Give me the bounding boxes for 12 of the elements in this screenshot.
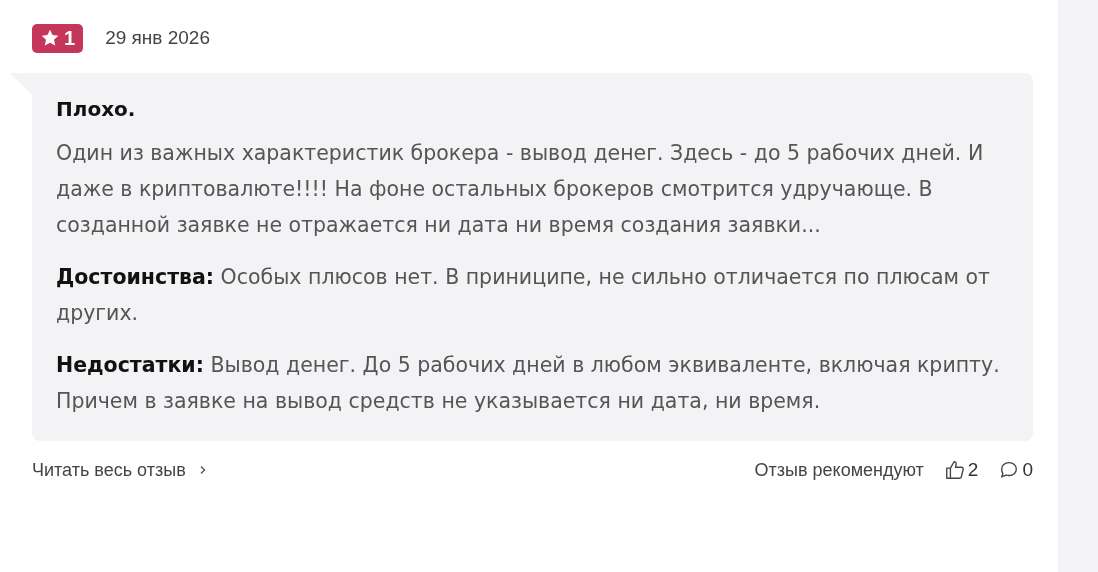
- review-date: 29 янв 2026: [105, 27, 210, 49]
- review-section-text: Достоинства: Особых плюсов нет. В приниципе, не сильно отличается по плюсам от других.: [56, 264, 992, 327]
- thumbs-up-icon: [943, 459, 966, 481]
- rating-badge: 1: [32, 23, 84, 53]
- comments-button[interactable]: 0: [998, 459, 1033, 481]
- review-section-text: Недостатки: Вывод денег. До 5 рабочих дней в любом эквиваленте, включая крипту. Причем в заявке на вывод средств не указывается ни дата, ни время.: [56, 352, 1001, 415]
- review-text: Один из важных характеристик брокера - вывод денег. Здесь - до 5 рабочих дней. И даже в криптовалюте!!!! На фоне остальных брокеров смотрится удручающе. В созданной заявке не отражается ни дата ни время создания заявки...: [56, 140, 985, 239]
- like-button[interactable]: 2: [943, 459, 979, 481]
- review-title: Плохо.: [56, 97, 137, 121]
- star-icon: [40, 28, 60, 48]
- read-more-link[interactable]: Читать весь отзыв: [32, 459, 208, 481]
- recommend-label: Отзыв рекомендуют: [754, 459, 924, 481]
